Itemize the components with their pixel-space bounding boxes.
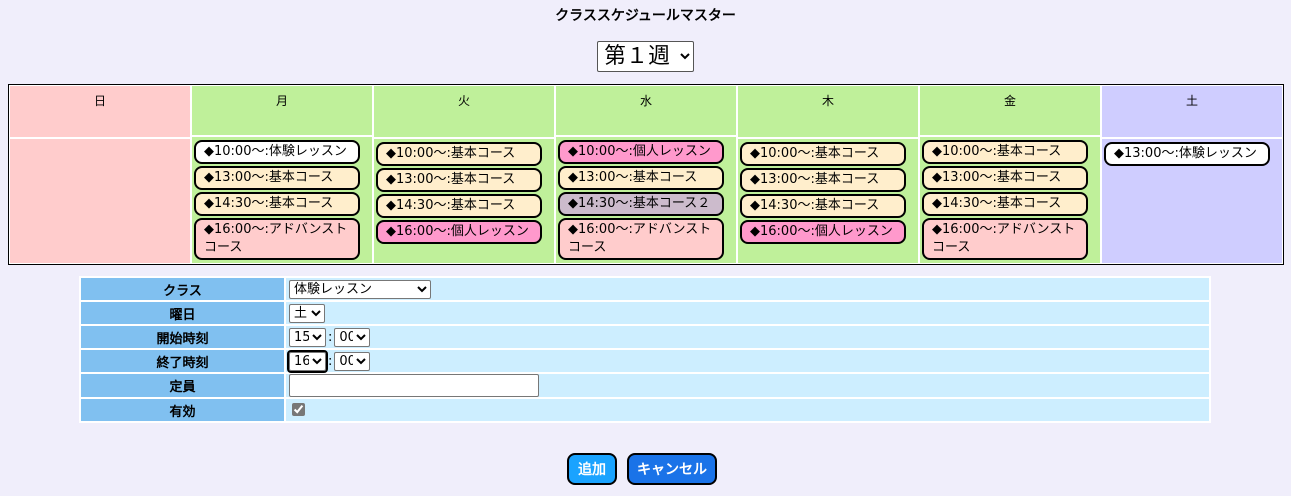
capacity-input[interactable] — [289, 374, 539, 397]
class-slot[interactable]: ◆13:00〜:基本コース — [740, 168, 906, 192]
start-minute-select[interactable]: 00 — [334, 327, 371, 347]
form-row-class: クラス 体験レッスン — [81, 278, 1209, 300]
day-header: 水 — [556, 86, 736, 135]
day-slots: ◆10:00〜:基本コース ◆13:00〜:基本コース ◆14:30〜:基本コース ◆… — [920, 137, 1100, 263]
class-slot[interactable]: ◆10:00〜:体験レッスン — [194, 140, 360, 164]
form-row-day: 曜日 土 — [81, 302, 1209, 324]
day-column: 水 ◆10:00〜:個人レッスン ◆13:00〜:基本コース ◆14:30〜:基本コー… — [556, 86, 736, 263]
day-header: 火 — [374, 86, 554, 137]
day-header: 土 — [1102, 86, 1282, 137]
class-slot[interactable]: ◆16:00〜:個人レッスン — [740, 220, 906, 244]
class-slot[interactable]: ◆13:00〜:基本コース — [558, 166, 724, 190]
class-slot[interactable]: ◆13:00〜:基本コース — [376, 168, 542, 192]
week-select[interactable]: 第１週 — [597, 41, 694, 72]
time-colon: : — [328, 329, 333, 345]
end-hour-select[interactable]: 16 — [287, 349, 328, 373]
day-slots: ◆10:00〜:基本コース ◆13:00〜:基本コース ◆14:30〜:基本コース ◆… — [374, 139, 554, 263]
day-slots: ◆10:00〜:個人レッスン ◆13:00〜:基本コース ◆14:30〜:基本コース… — [556, 137, 736, 263]
day-label: 曜日 — [81, 302, 284, 324]
class-slot[interactable]: ◆14:30〜:基本コース — [376, 194, 542, 218]
class-slot[interactable]: ◆13:00〜:基本コース — [194, 166, 360, 190]
class-slot[interactable]: ◆10:00〜:基本コース — [922, 140, 1088, 164]
schedule-form: クラス 体験レッスン 曜日 土 開始時刻 15 : 00 終了時刻 16: 0… — [79, 276, 1211, 423]
day-slots: ◆10:00〜:基本コース ◆13:00〜:基本コース ◆14:30〜:基本コース ◆… — [738, 139, 918, 263]
class-slot[interactable]: ◆14:30〜:基本コース — [194, 192, 360, 216]
end-time-label: 終了時刻 — [81, 350, 284, 372]
class-slot[interactable]: ◆13:00〜:基本コース — [922, 166, 1088, 190]
day-column: 日 — [10, 86, 190, 263]
form-row-active: 有効 — [81, 399, 1209, 421]
capacity-label: 定員 — [81, 374, 284, 397]
day-select[interactable]: 土 — [289, 303, 325, 323]
end-minute-select[interactable]: 00 — [334, 351, 371, 371]
class-slot[interactable]: ◆14:30〜:基本コース２ — [558, 192, 724, 216]
weekly-schedule-grid: 日月 ◆10:00〜:体験レッスン ◆13:00〜:基本コース ◆14:30〜:基本コ… — [8, 84, 1284, 265]
day-column: 火 ◆10:00〜:基本コース ◆13:00〜:基本コース ◆14:30〜:基本コース… — [374, 86, 554, 263]
form-row-capacity: 定員 — [81, 374, 1209, 397]
form-row-start: 開始時刻 15 : 00 — [81, 326, 1209, 348]
class-slot[interactable]: ◆14:30〜:基本コース — [922, 192, 1088, 216]
class-slot[interactable]: ◆16:00〜:アドバンストコース — [194, 218, 360, 260]
class-select[interactable]: 体験レッスン — [289, 279, 431, 299]
day-column: 木 ◆10:00〜:基本コース ◆13:00〜:基本コース ◆14:30〜:基本コース… — [738, 86, 918, 263]
day-column: 金 ◆10:00〜:基本コース ◆13:00〜:基本コース ◆14:30〜:基本コース… — [920, 86, 1100, 263]
start-time-label: 開始時刻 — [81, 326, 284, 348]
class-slot[interactable]: ◆16:00〜:個人レッスン — [376, 220, 542, 244]
day-slots: ◆10:00〜:体験レッスン ◆13:00〜:基本コース ◆14:30〜:基本コース… — [192, 137, 372, 263]
class-slot[interactable]: ◆10:00〜:基本コース — [740, 142, 906, 166]
day-header: 木 — [738, 86, 918, 137]
day-column: 土 ◆13:00〜:体験レッスン — [1102, 86, 1282, 263]
cancel-button[interactable]: キャンセル — [627, 453, 717, 485]
form-row-end: 終了時刻 16 : 00 — [81, 349, 1209, 373]
class-slot[interactable]: ◆10:00〜:基本コース — [376, 142, 542, 166]
class-slot[interactable]: ◆16:00〜:アドバンストコース — [922, 218, 1088, 260]
day-header: 月 — [192, 86, 372, 135]
active-checkbox[interactable] — [292, 403, 305, 416]
day-header: 金 — [920, 86, 1100, 135]
day-header: 日 — [10, 86, 190, 137]
active-label: 有効 — [81, 399, 284, 421]
class-slot[interactable]: ◆10:00〜:個人レッスン — [558, 140, 724, 164]
class-slot[interactable]: ◆16:00〜:アドバンストコース — [558, 218, 724, 260]
class-slot[interactable]: ◆13:00〜:体験レッスン — [1104, 142, 1270, 166]
day-column: 月 ◆10:00〜:体験レッスン ◆13:00〜:基本コース ◆14:30〜:基本コー… — [192, 86, 372, 263]
start-hour-select[interactable]: 15 — [289, 327, 326, 347]
class-label: クラス — [81, 278, 284, 300]
time-colon: : — [328, 353, 333, 369]
page-title: クラススケジュールマスター — [555, 8, 736, 24]
class-slot[interactable]: ◆14:30〜:基本コース — [740, 194, 906, 218]
day-slots — [10, 139, 190, 263]
day-slots: ◆13:00〜:体験レッスン — [1102, 139, 1282, 263]
add-button[interactable]: 追加 — [567, 453, 617, 485]
